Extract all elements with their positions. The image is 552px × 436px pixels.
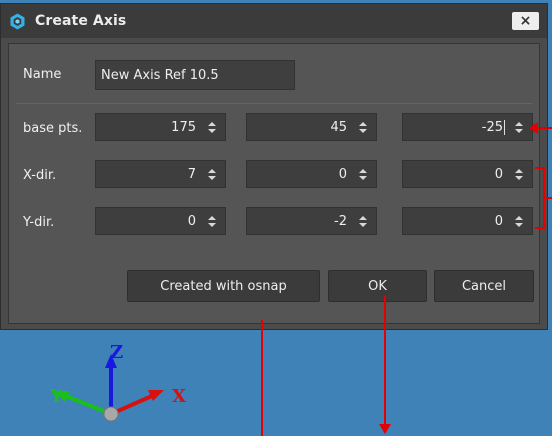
annotation-bracket-tick xyxy=(545,197,552,199)
y-dir-label: Y-dir. xyxy=(23,215,55,230)
chevron-down-icon[interactable] xyxy=(515,128,523,133)
spinbox-value: 7 xyxy=(187,166,196,182)
chevron-down-icon[interactable] xyxy=(359,175,367,180)
section-divider xyxy=(16,103,532,104)
z-axis-label: Z xyxy=(110,342,123,363)
spinbox-arrows[interactable] xyxy=(350,208,376,234)
spinbox-arrows[interactable] xyxy=(199,114,225,140)
spinbox-value: -25 xyxy=(481,119,503,135)
cancel-button[interactable]: Cancel xyxy=(434,270,534,302)
spinbox-value: 45 xyxy=(330,119,347,135)
chevron-up-icon[interactable] xyxy=(359,215,367,220)
x-axis: X xyxy=(110,386,186,416)
base-pts-label: base pts. xyxy=(23,121,83,136)
created-with-osnap-button[interactable]: Created with osnap xyxy=(127,270,320,302)
chevron-down-icon[interactable] xyxy=(359,128,367,133)
app-logo-icon xyxy=(8,12,27,31)
chevron-down-icon[interactable] xyxy=(515,175,523,180)
y-dir-y-spinbox[interactable]: -2 xyxy=(246,207,377,235)
button-label: Cancel xyxy=(461,278,507,294)
button-label: OK xyxy=(368,278,387,294)
name-input[interactable]: New Axis Ref 10.5 xyxy=(95,60,295,90)
name-label: Name xyxy=(23,67,62,82)
chevron-up-icon[interactable] xyxy=(208,168,216,173)
spinbox-value: 175 xyxy=(171,119,196,135)
ok-button[interactable]: OK xyxy=(328,270,427,302)
spinbox-value: 0 xyxy=(494,213,503,229)
chevron-up-icon[interactable] xyxy=(208,121,216,126)
chevron-down-icon[interactable] xyxy=(208,222,216,227)
annotation-arrow-line xyxy=(384,296,386,426)
button-label: Created with osnap xyxy=(160,278,287,294)
spinbox-arrows[interactable] xyxy=(350,161,376,187)
origin-sphere xyxy=(103,406,119,422)
close-icon: × xyxy=(519,13,532,29)
x-dir-x-spinbox[interactable]: 7 xyxy=(95,160,226,188)
chevron-down-icon[interactable] xyxy=(515,222,523,227)
spinbox-arrows[interactable] xyxy=(199,208,225,234)
base-pts-z-spinbox[interactable]: -25 xyxy=(402,113,533,141)
spinbox-value: 0 xyxy=(338,166,347,182)
chevron-down-icon[interactable] xyxy=(359,222,367,227)
y-axis: Y xyxy=(49,386,112,416)
z-axis: Z xyxy=(105,342,123,414)
dialog-titlebar[interactable]: Create Axis × xyxy=(1,4,547,38)
spinbox-value: 0 xyxy=(494,166,503,182)
annotation-arrowhead xyxy=(529,122,538,134)
axis-gizmo: Z Y X xyxy=(49,342,186,422)
chevron-up-icon[interactable] xyxy=(515,121,523,126)
create-axis-dialog: Create Axis × Name New Axis Ref 10.5 bas… xyxy=(0,3,548,330)
chevron-up-icon[interactable] xyxy=(359,168,367,173)
chevron-down-icon[interactable] xyxy=(208,128,216,133)
spinbox-value: -2 xyxy=(334,213,347,229)
spinbox-arrows[interactable] xyxy=(350,114,376,140)
spinbox-arrows[interactable] xyxy=(506,161,532,187)
y-dir-x-spinbox[interactable]: 0 xyxy=(95,207,226,235)
chevron-up-icon[interactable] xyxy=(359,121,367,126)
x-dir-label: X-dir. xyxy=(23,168,57,183)
close-button[interactable]: × xyxy=(512,12,539,30)
dialog-content: Name New Axis Ref 10.5 base pts. 175 45 … xyxy=(8,43,540,324)
annotation-arrow-line xyxy=(537,127,552,129)
x-dir-y-spinbox[interactable]: 0 xyxy=(246,160,377,188)
base-pts-x-spinbox[interactable]: 175 xyxy=(95,113,226,141)
dialog-title: Create Axis xyxy=(35,13,127,29)
spinbox-arrows[interactable] xyxy=(506,208,532,234)
annotation-bracket-bottom xyxy=(535,227,545,229)
y-dir-z-spinbox[interactable]: 0 xyxy=(402,207,533,235)
y-axis-label: Y xyxy=(49,386,64,407)
chevron-up-icon[interactable] xyxy=(515,168,523,173)
text-caret xyxy=(504,120,505,135)
x-axis-label: X xyxy=(172,386,186,407)
spinbox-arrows[interactable] xyxy=(199,161,225,187)
base-pts-y-spinbox[interactable]: 45 xyxy=(246,113,377,141)
x-dir-z-spinbox[interactable]: 0 xyxy=(402,160,533,188)
chevron-up-icon[interactable] xyxy=(208,215,216,220)
spinbox-value: 0 xyxy=(187,213,196,229)
chevron-up-icon[interactable] xyxy=(515,215,523,220)
chevron-down-icon[interactable] xyxy=(208,175,216,180)
annotation-line xyxy=(261,320,263,436)
name-input-value: New Axis Ref 10.5 xyxy=(101,67,219,83)
annotation-arrowhead xyxy=(379,424,391,434)
